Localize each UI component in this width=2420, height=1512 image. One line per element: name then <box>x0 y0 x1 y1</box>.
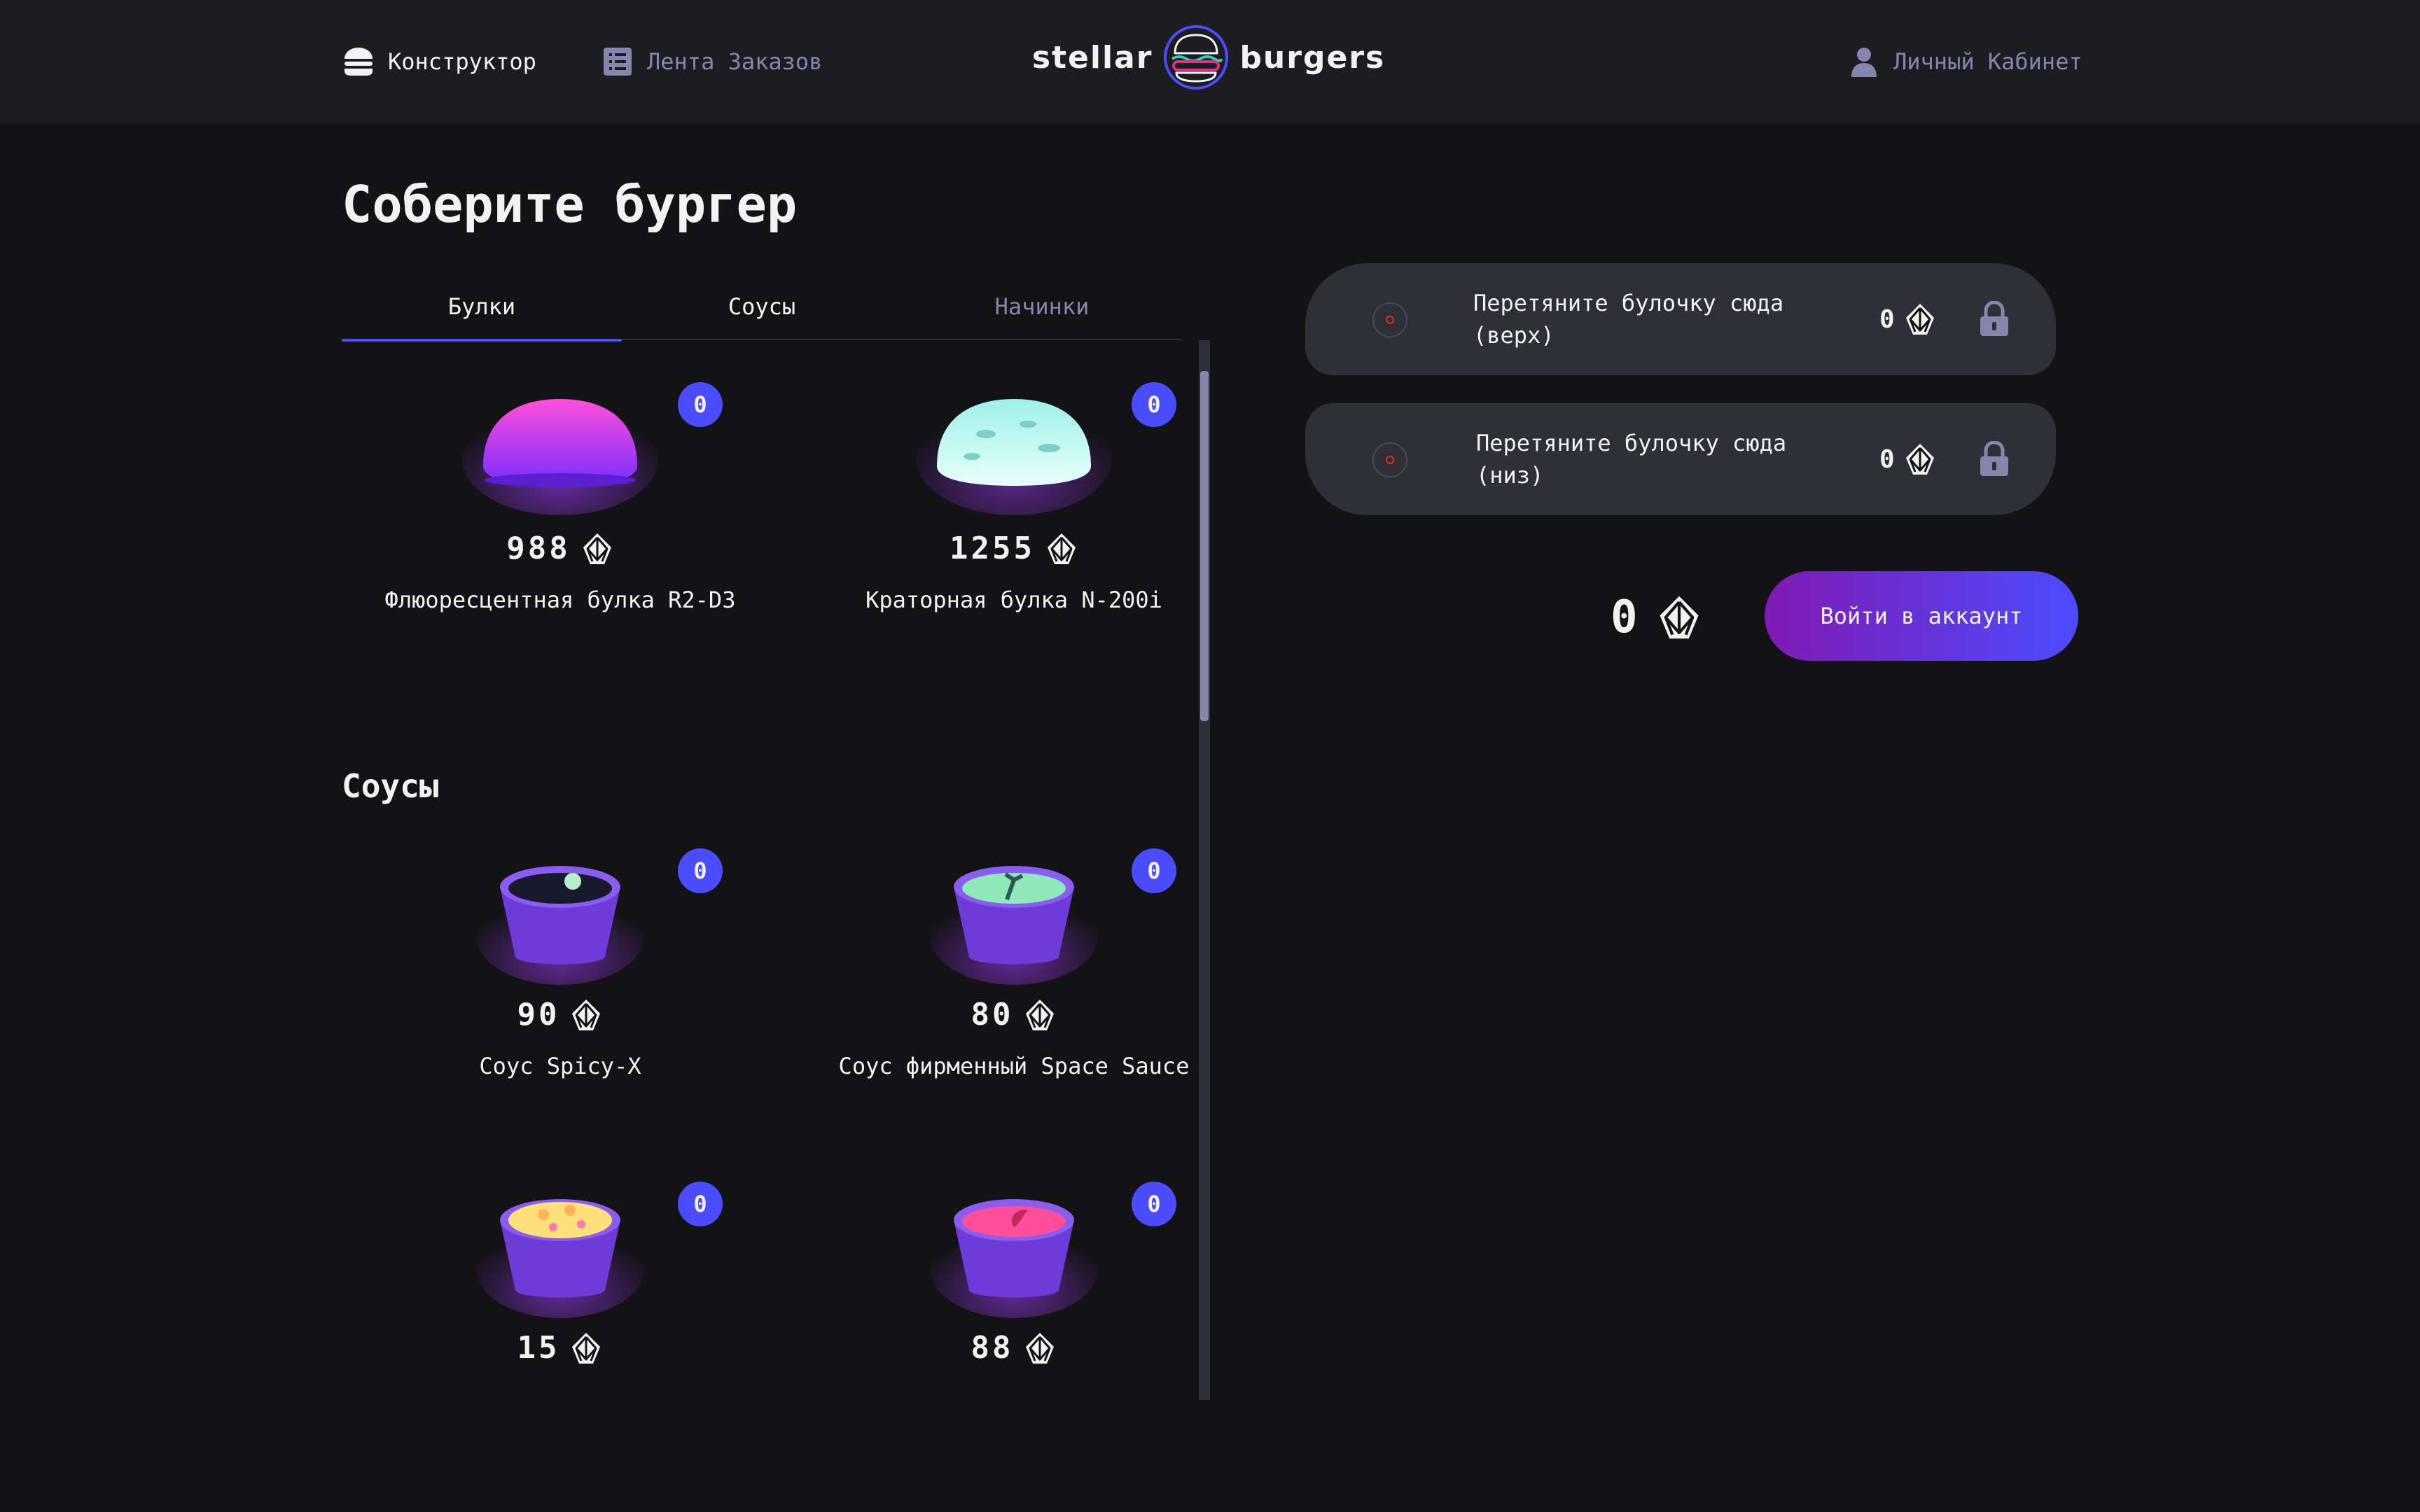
ingredient-price: 80 <box>795 997 1217 1032</box>
currency-icon <box>569 998 603 1032</box>
currency-icon <box>1903 302 1937 336</box>
price-value: 0 <box>1879 444 1895 474</box>
nav-constructor-label: Конструктор <box>388 48 536 75</box>
constructor-slot-bottom-bun[interactable]: Перетяните булочку сюда (низ) 0 <box>1305 403 2056 515</box>
price-value: 88 <box>971 1330 1014 1366</box>
ingredient-image <box>874 1168 1154 1322</box>
tab-sauces[interactable]: Соусы <box>622 273 902 340</box>
ingredient-image <box>420 368 700 522</box>
ingredient-card-sauce-4[interactable]: 0 88 <box>795 1168 1217 1400</box>
currency-icon <box>580 532 614 566</box>
ingredient-image <box>874 368 1154 522</box>
drop-target-icon <box>1372 302 1407 337</box>
ingredient-name: Краторная булка N-200i <box>865 587 1162 613</box>
currency-icon <box>569 1331 603 1365</box>
price-value: 90 <box>517 997 560 1032</box>
lock-icon <box>1980 301 2008 336</box>
ingredient-name: Соус Spicy-X <box>479 1053 641 1079</box>
slot-top-price: 0 <box>1879 300 1937 339</box>
currency-icon <box>1903 442 1937 476</box>
ingredient-card-sauce-spicy[interactable]: 0 90 Соус Spicy-X <box>342 834 779 1142</box>
crater-bun-icon <box>916 399 1112 515</box>
burger-icon <box>345 48 373 76</box>
slot-top-text: Перетяните булочку сюда (верх) <box>1473 290 1784 349</box>
ingredient-price: 1255 <box>795 531 1217 566</box>
order-total: 0 <box>1611 589 1702 645</box>
currency-icon <box>1045 532 1078 566</box>
price-value: 15 <box>517 1330 560 1366</box>
ingredient-price: 15 <box>342 1330 779 1366</box>
slot-bottom-text: Перетяните булочку сюда (низ) <box>1476 430 1787 489</box>
price-value: 1255 <box>950 531 1035 566</box>
nav-constructor[interactable]: Конструктор <box>342 0 536 123</box>
logo-text-right: burgers <box>1239 39 1386 76</box>
ingredient-name: Соус фирменный Space Sauce <box>838 1053 1190 1079</box>
ingredient-price: 88 <box>795 1330 1217 1366</box>
slot-bottom-price: 0 <box>1879 440 1937 479</box>
currency-icon <box>1023 1331 1057 1365</box>
constructor-slot-top-bun[interactable]: Перетяните булочку сюда (верх) 0 <box>1305 263 2056 375</box>
ingredient-name: Флюоресцентная булка R2-D3 <box>384 587 736 613</box>
tab-buns[interactable]: Булки <box>342 273 622 342</box>
currency-icon <box>1656 594 1702 640</box>
lock-icon <box>1980 441 2008 476</box>
app-header: Конструктор Лента Заказов stellar burger… <box>0 0 2420 123</box>
section-title-sauces: Соусы <box>342 767 439 805</box>
total-value: 0 <box>1611 592 1638 643</box>
nav-order-feed[interactable]: Лента Заказов <box>601 0 822 123</box>
pink-bun-icon <box>462 399 658 515</box>
price-value: 80 <box>971 997 1014 1032</box>
tab-fillings[interactable]: Начинки <box>902 273 1182 340</box>
ingredient-counter: 0 <box>1132 382 1176 427</box>
ingredient-list[interactable]: 0 988 Флюоресцентная булка R2-D3 0 1255 … <box>342 340 1217 1400</box>
nav-account[interactable]: Личный Кабинет <box>1847 0 2082 123</box>
sauce-yellow-icon <box>476 1199 644 1318</box>
nav-account-label: Личный Кабинет <box>1893 48 2082 75</box>
ingredient-counter: 0 <box>678 1182 723 1226</box>
sauce-space-icon <box>930 866 1098 985</box>
price-value: 0 <box>1879 304 1895 334</box>
ingredient-card-bun-crater[interactable]: 0 1255 Краторная булка N-200i <box>795 368 1217 676</box>
ingredient-counter: 0 <box>678 382 723 427</box>
list-icon <box>604 48 632 76</box>
login-button[interactable]: Войти в аккаунт <box>1765 571 2078 661</box>
ingredient-image <box>874 834 1154 988</box>
ingredient-price: 988 <box>342 531 779 566</box>
ingredient-card-sauce-space[interactable]: 0 80 Соус фирменный Space Sauce <box>795 834 1217 1142</box>
price-value: 988 <box>506 531 571 566</box>
page-title: Соберите бургер <box>342 175 798 234</box>
sauce-pink-icon <box>930 1199 1098 1318</box>
app-logo[interactable]: stellar burgers <box>1004 22 1413 92</box>
scrollbar-thumb[interactable] <box>1200 371 1209 721</box>
logo-emblem-icon <box>1164 25 1229 90</box>
ingredient-counter: 0 <box>678 848 723 893</box>
ingredient-card-sauce-3[interactable]: 0 15 <box>342 1168 779 1400</box>
profile-icon <box>1851 48 1877 77</box>
ingredient-card-bun-fluorescent[interactable]: 0 988 Флюоресцентная булка R2-D3 <box>342 368 779 676</box>
sauce-spicy-icon <box>476 866 644 985</box>
ingredient-image <box>420 834 700 988</box>
ingredient-image <box>420 1168 700 1322</box>
ingredient-counter: 0 <box>1132 848 1176 893</box>
ingredient-price: 90 <box>342 997 779 1032</box>
nav-order-feed-label: Лента Заказов <box>647 48 823 75</box>
ingredient-tabs: Булки Соусы Начинки <box>342 273 1182 342</box>
drop-target-icon <box>1372 442 1407 477</box>
logo-text-left: stellar <box>1031 39 1153 76</box>
ingredient-counter: 0 <box>1132 1182 1176 1226</box>
currency-icon <box>1023 998 1057 1032</box>
